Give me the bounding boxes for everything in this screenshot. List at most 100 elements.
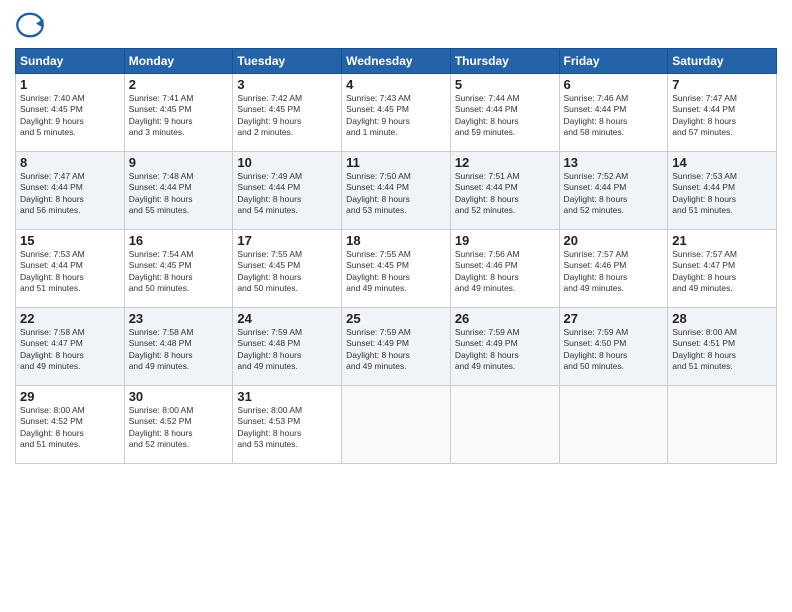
day-number: 20 <box>564 233 664 248</box>
calendar-cell: 22 Sunrise: 7:58 AMSunset: 4:47 PMDaylig… <box>16 308 125 386</box>
calendar-cell: 13 Sunrise: 7:52 AMSunset: 4:44 PMDaylig… <box>559 152 668 230</box>
calendar-cell: 10 Sunrise: 7:49 AMSunset: 4:44 PMDaylig… <box>233 152 342 230</box>
calendar-cell: 26 Sunrise: 7:59 AMSunset: 4:49 PMDaylig… <box>450 308 559 386</box>
day-info: Sunrise: 7:53 AMSunset: 4:44 PMDaylight:… <box>20 249 85 293</box>
day-info: Sunrise: 7:59 AMSunset: 4:48 PMDaylight:… <box>237 327 302 371</box>
day-number: 24 <box>237 311 337 326</box>
calendar-cell: 30 Sunrise: 8:00 AMSunset: 4:52 PMDaylig… <box>124 386 233 464</box>
calendar-cell: 8 Sunrise: 7:47 AMSunset: 4:44 PMDayligh… <box>16 152 125 230</box>
day-info: Sunrise: 7:44 AMSunset: 4:44 PMDaylight:… <box>455 93 520 137</box>
calendar-cell: 28 Sunrise: 8:00 AMSunset: 4:51 PMDaylig… <box>668 308 777 386</box>
day-number: 30 <box>129 389 229 404</box>
day-number: 12 <box>455 155 555 170</box>
day-number: 25 <box>346 311 446 326</box>
day-info: Sunrise: 7:56 AMSunset: 4:46 PMDaylight:… <box>455 249 520 293</box>
calendar-cell: 20 Sunrise: 7:57 AMSunset: 4:46 PMDaylig… <box>559 230 668 308</box>
calendar-cell: 1 Sunrise: 7:40 AMSunset: 4:45 PMDayligh… <box>16 74 125 152</box>
day-number: 28 <box>672 311 772 326</box>
day-info: Sunrise: 7:47 AMSunset: 4:44 PMDaylight:… <box>672 93 737 137</box>
day-info: Sunrise: 7:57 AMSunset: 4:47 PMDaylight:… <box>672 249 737 293</box>
day-number: 4 <box>346 77 446 92</box>
day-info: Sunrise: 7:58 AMSunset: 4:48 PMDaylight:… <box>129 327 194 371</box>
calendar-cell: 6 Sunrise: 7:46 AMSunset: 4:44 PMDayligh… <box>559 74 668 152</box>
day-info: Sunrise: 7:51 AMSunset: 4:44 PMDaylight:… <box>455 171 520 215</box>
calendar-cell: 15 Sunrise: 7:53 AMSunset: 4:44 PMDaylig… <box>16 230 125 308</box>
day-info: Sunrise: 8:00 AMSunset: 4:51 PMDaylight:… <box>672 327 737 371</box>
calendar-week-row: 8 Sunrise: 7:47 AMSunset: 4:44 PMDayligh… <box>16 152 777 230</box>
calendar-cell: 19 Sunrise: 7:56 AMSunset: 4:46 PMDaylig… <box>450 230 559 308</box>
day-number: 17 <box>237 233 337 248</box>
weekday-header-thursday: Thursday <box>450 49 559 74</box>
weekday-header-friday: Friday <box>559 49 668 74</box>
day-number: 16 <box>129 233 229 248</box>
weekday-header-sunday: Sunday <box>16 49 125 74</box>
day-info: Sunrise: 7:53 AMSunset: 4:44 PMDaylight:… <box>672 171 737 215</box>
day-number: 27 <box>564 311 664 326</box>
calendar-week-row: 29 Sunrise: 8:00 AMSunset: 4:52 PMDaylig… <box>16 386 777 464</box>
calendar-cell <box>668 386 777 464</box>
calendar-header-row: SundayMondayTuesdayWednesdayThursdayFrid… <box>16 49 777 74</box>
day-info: Sunrise: 7:57 AMSunset: 4:46 PMDaylight:… <box>564 249 629 293</box>
calendar-cell: 5 Sunrise: 7:44 AMSunset: 4:44 PMDayligh… <box>450 74 559 152</box>
logo <box>15 10 49 40</box>
calendar-cell: 4 Sunrise: 7:43 AMSunset: 4:45 PMDayligh… <box>342 74 451 152</box>
day-info: Sunrise: 7:48 AMSunset: 4:44 PMDaylight:… <box>129 171 194 215</box>
calendar-cell: 12 Sunrise: 7:51 AMSunset: 4:44 PMDaylig… <box>450 152 559 230</box>
day-info: Sunrise: 7:55 AMSunset: 4:45 PMDaylight:… <box>237 249 302 293</box>
calendar-cell: 23 Sunrise: 7:58 AMSunset: 4:48 PMDaylig… <box>124 308 233 386</box>
day-info: Sunrise: 7:59 AMSunset: 4:50 PMDaylight:… <box>564 327 629 371</box>
calendar-cell: 11 Sunrise: 7:50 AMSunset: 4:44 PMDaylig… <box>342 152 451 230</box>
calendar-cell <box>450 386 559 464</box>
calendar-cell <box>342 386 451 464</box>
day-number: 14 <box>672 155 772 170</box>
day-number: 22 <box>20 311 120 326</box>
day-info: Sunrise: 7:40 AMSunset: 4:45 PMDaylight:… <box>20 93 85 137</box>
day-number: 26 <box>455 311 555 326</box>
logo-icon <box>15 10 45 40</box>
day-info: Sunrise: 7:58 AMSunset: 4:47 PMDaylight:… <box>20 327 85 371</box>
calendar-body: 1 Sunrise: 7:40 AMSunset: 4:45 PMDayligh… <box>16 74 777 464</box>
day-number: 5 <box>455 77 555 92</box>
day-number: 13 <box>564 155 664 170</box>
weekday-header-monday: Monday <box>124 49 233 74</box>
calendar-cell: 29 Sunrise: 8:00 AMSunset: 4:52 PMDaylig… <box>16 386 125 464</box>
day-info: Sunrise: 8:00 AMSunset: 4:52 PMDaylight:… <box>20 405 85 449</box>
calendar-cell: 16 Sunrise: 7:54 AMSunset: 4:45 PMDaylig… <box>124 230 233 308</box>
day-number: 23 <box>129 311 229 326</box>
calendar-cell: 7 Sunrise: 7:47 AMSunset: 4:44 PMDayligh… <box>668 74 777 152</box>
calendar-cell: 31 Sunrise: 8:00 AMSunset: 4:53 PMDaylig… <box>233 386 342 464</box>
day-info: Sunrise: 7:59 AMSunset: 4:49 PMDaylight:… <box>455 327 520 371</box>
day-info: Sunrise: 7:52 AMSunset: 4:44 PMDaylight:… <box>564 171 629 215</box>
weekday-header-tuesday: Tuesday <box>233 49 342 74</box>
day-number: 21 <box>672 233 772 248</box>
calendar-cell: 25 Sunrise: 7:59 AMSunset: 4:49 PMDaylig… <box>342 308 451 386</box>
day-info: Sunrise: 7:47 AMSunset: 4:44 PMDaylight:… <box>20 171 85 215</box>
day-info: Sunrise: 7:46 AMSunset: 4:44 PMDaylight:… <box>564 93 629 137</box>
calendar-week-row: 15 Sunrise: 7:53 AMSunset: 4:44 PMDaylig… <box>16 230 777 308</box>
day-number: 2 <box>129 77 229 92</box>
calendar-cell: 14 Sunrise: 7:53 AMSunset: 4:44 PMDaylig… <box>668 152 777 230</box>
day-number: 8 <box>20 155 120 170</box>
day-info: Sunrise: 7:50 AMSunset: 4:44 PMDaylight:… <box>346 171 411 215</box>
calendar-cell: 24 Sunrise: 7:59 AMSunset: 4:48 PMDaylig… <box>233 308 342 386</box>
day-number: 19 <box>455 233 555 248</box>
day-info: Sunrise: 7:55 AMSunset: 4:45 PMDaylight:… <box>346 249 411 293</box>
page-container: SundayMondayTuesdayWednesdayThursdayFrid… <box>0 0 792 474</box>
calendar-cell: 27 Sunrise: 7:59 AMSunset: 4:50 PMDaylig… <box>559 308 668 386</box>
day-number: 6 <box>564 77 664 92</box>
day-number: 31 <box>237 389 337 404</box>
day-number: 11 <box>346 155 446 170</box>
calendar-cell: 9 Sunrise: 7:48 AMSunset: 4:44 PMDayligh… <box>124 152 233 230</box>
weekday-header-wednesday: Wednesday <box>342 49 451 74</box>
calendar-table: SundayMondayTuesdayWednesdayThursdayFrid… <box>15 48 777 464</box>
calendar-cell: 18 Sunrise: 7:55 AMSunset: 4:45 PMDaylig… <box>342 230 451 308</box>
day-info: Sunrise: 8:00 AMSunset: 4:52 PMDaylight:… <box>129 405 194 449</box>
day-number: 15 <box>20 233 120 248</box>
day-number: 9 <box>129 155 229 170</box>
page-header <box>15 10 777 40</box>
day-info: Sunrise: 7:43 AMSunset: 4:45 PMDaylight:… <box>346 93 411 137</box>
day-number: 7 <box>672 77 772 92</box>
calendar-week-row: 22 Sunrise: 7:58 AMSunset: 4:47 PMDaylig… <box>16 308 777 386</box>
day-info: Sunrise: 7:49 AMSunset: 4:44 PMDaylight:… <box>237 171 302 215</box>
day-number: 3 <box>237 77 337 92</box>
